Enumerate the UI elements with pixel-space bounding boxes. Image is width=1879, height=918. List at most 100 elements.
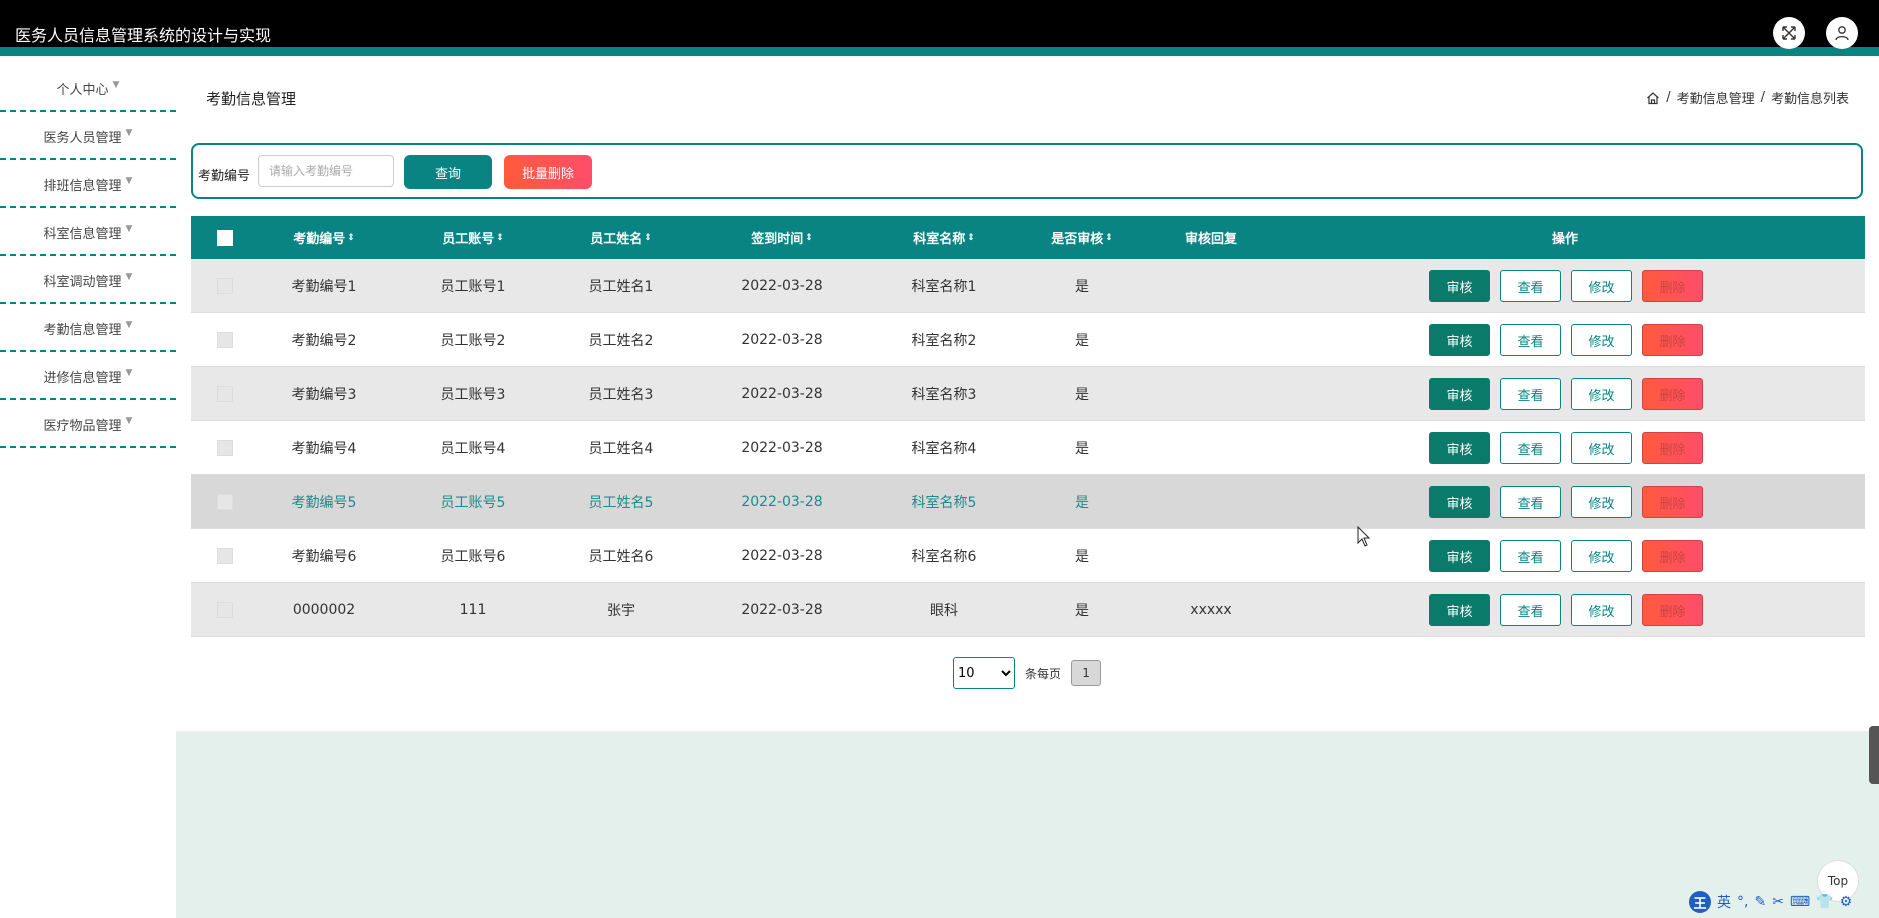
row-checkbox[interactable] [216,331,233,348]
table-row: 考勤编号6 员工账号6 员工姓名6 2022-03-28 科室名称6 是 审核 … [191,529,1865,583]
view-button[interactable]: 查看 [1500,324,1561,356]
table-header: 考勤编号 ⇕ 员工账号 ⇕ 员工姓名 ⇕ 签到时间 ⇕ 科室名称 ⇕ 是否审核 ⇕ 审核回复… [191,216,1865,259]
sidebar-item-attendance[interactable]: 考勤信息管理 ▼ [0,306,176,352]
sidebar-item-department[interactable]: 科室信息管理 ▼ [0,210,176,256]
caret-down-icon: ▼ [125,272,133,282]
gear-icon[interactable]: ⚙ [1840,894,1853,910]
caret-down-icon: ▼ [125,320,133,330]
app-title: 医务人员信息管理系统的设计与实现 [15,26,272,45]
sidebar-item-staff[interactable]: 医务人员管理 ▼ [0,114,176,160]
ime-toolbar[interactable]: 王 英 °, ✎ ✂ ⌨ 👕 ⚙ [1689,891,1852,913]
staff-account: 员工账号4 [440,440,506,457]
audit-button[interactable]: 审核 [1429,594,1490,626]
page-size-select[interactable]: 10 [953,657,1015,689]
ime-language-label[interactable]: 英 [1717,892,1731,912]
attendance-id: 考勤编号6 [291,548,357,565]
sidebar-item-personal-center[interactable]: 个人中心 ▼ [0,66,176,112]
audit-status: 是 [1075,278,1089,295]
pen-icon[interactable]: ✎ [1754,894,1766,910]
home-icon[interactable] [1646,91,1660,105]
edit-button[interactable]: 修改 [1571,432,1632,464]
sidebar-item-medical-supplies[interactable]: 医疗物品管理 ▼ [0,402,176,448]
audit-button[interactable]: 审核 [1429,270,1490,302]
staff-name: 张宇 [607,602,635,619]
view-button[interactable]: 查看 [1500,486,1561,518]
row-checkbox[interactable] [216,277,233,294]
edit-button[interactable]: 修改 [1571,486,1632,518]
edit-button[interactable]: 修改 [1571,324,1632,356]
column-header[interactable]: 科室名称 ⇕ [894,216,994,259]
sidebar-item-transfer[interactable]: 科室调动管理 ▼ [0,258,176,304]
delete-button[interactable]: 删除 [1642,432,1703,464]
attendance-table: 考勤编号 ⇕ 员工账号 ⇕ 员工姓名 ⇕ 签到时间 ⇕ 科室名称 ⇕ 是否审核 ⇕ 审核回复… [191,216,1865,637]
select-all-checkbox[interactable] [216,229,233,246]
audit-button[interactable]: 审核 [1429,378,1490,410]
caret-down-icon: ▼ [125,416,133,426]
keyboard-icon[interactable]: ⌨ [1790,894,1810,910]
sidebar-item-label: 科室调动管理 [43,274,122,290]
select-all-cell [191,216,258,259]
row-checkbox[interactable] [216,601,233,618]
audit-button[interactable]: 审核 [1429,486,1490,518]
staff-account: 员工账号2 [440,332,506,349]
column-header[interactable]: 是否审核 ⇕ [1032,216,1132,259]
sidebar-item-schedule[interactable]: 排班信息管理 ▼ [0,162,176,208]
sign-in-time: 2022-03-28 [741,439,823,456]
page-number-button[interactable]: 1 [1071,660,1102,686]
view-button[interactable]: 查看 [1500,540,1561,572]
column-header[interactable]: 签到时间 ⇕ [732,216,832,259]
breadcrumb-item[interactable]: 考勤信息管理 [1677,88,1755,107]
query-button[interactable]: 查询 [404,155,492,189]
sign-in-time: 2022-03-28 [741,547,823,564]
department-name: 眼科 [930,602,958,619]
edit-button[interactable]: 修改 [1571,378,1632,410]
sign-in-time: 2022-03-28 [741,601,823,618]
edit-button[interactable]: 修改 [1571,540,1632,572]
department-name: 科室名称3 [911,386,977,403]
audit-status: 是 [1075,494,1089,511]
delete-button[interactable]: 删除 [1642,486,1703,518]
audit-reply [1161,367,1261,420]
column-header[interactable]: 员工姓名 ⇕ [571,216,671,259]
sign-in-time: 2022-03-28 [741,493,823,510]
edit-button[interactable]: 修改 [1571,270,1632,302]
scissors-icon[interactable]: ✂ [1772,894,1784,910]
row-checkbox[interactable] [216,439,233,456]
delete-button[interactable]: 删除 [1642,324,1703,356]
department-name: 科室名称5 [911,494,977,511]
user-avatar-icon[interactable] [1826,17,1858,49]
audit-button[interactable]: 审核 [1429,540,1490,572]
column-header[interactable]: 考勤编号 ⇕ [274,216,374,259]
audit-status: 是 [1075,548,1089,565]
attendance-id: 考勤编号3 [291,386,357,403]
staff-account: 员工账号1 [440,278,506,295]
sidebar-item-label: 科室信息管理 [43,226,122,242]
delete-button[interactable]: 删除 [1642,378,1703,410]
row-checkbox[interactable] [216,493,233,510]
audit-button[interactable]: 审核 [1429,324,1490,356]
delete-button[interactable]: 删除 [1642,594,1703,626]
edit-button[interactable]: 修改 [1571,594,1632,626]
delete-button[interactable]: 删除 [1642,270,1703,302]
attendance-id: 0000002 [292,601,356,618]
view-button[interactable]: 查看 [1500,594,1561,626]
sort-icon: ⇕ [347,232,355,243]
delete-button[interactable]: 删除 [1642,540,1703,572]
staff-name: 员工姓名1 [588,278,654,295]
row-checkbox[interactable] [216,547,233,564]
column-header[interactable]: 员工账号 ⇕ [423,216,523,259]
ime-punctuation-icon[interactable]: °, [1737,894,1748,910]
view-button[interactable]: 查看 [1500,432,1561,464]
batch-delete-button[interactable]: 批量删除 [504,155,592,189]
row-checkbox[interactable] [216,385,233,402]
pagination: 10 条每页 1 [953,657,1102,689]
sidebar-item-training[interactable]: 进修信息管理 ▼ [0,354,176,400]
shirt-icon[interactable]: 👕 [1816,894,1833,910]
search-input[interactable] [258,155,394,187]
view-button[interactable]: 查看 [1500,378,1561,410]
side-drawer-handle[interactable] [1869,726,1879,784]
view-button[interactable]: 查看 [1500,270,1561,302]
audit-button[interactable]: 审核 [1429,432,1490,464]
fullscreen-icon[interactable] [1773,17,1805,49]
table-row: 考勤编号4 员工账号4 员工姓名4 2022-03-28 科室名称4 是 审核 … [191,421,1865,475]
